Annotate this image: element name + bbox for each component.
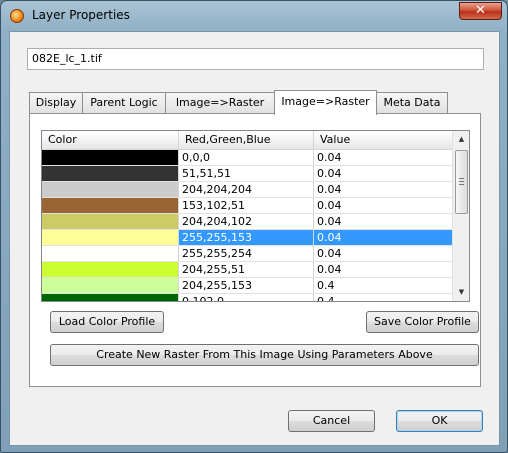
- table-row[interactable]: 0,102,0 0.4: [42, 294, 453, 301]
- value-cell[interactable]: 0.4: [314, 278, 453, 293]
- value-cell[interactable]: 0.04: [314, 230, 453, 245]
- value-cell[interactable]: 0.04: [314, 214, 453, 229]
- value-cell[interactable]: 0.04: [314, 150, 453, 165]
- color-swatch[interactable]: [42, 230, 179, 245]
- grip-icon: [459, 178, 464, 185]
- chevron-down-icon: ▼: [458, 288, 465, 296]
- tab-panel: Color Red,Green,Blue Value 0,0,0 0.04 51,5…: [29, 113, 481, 387]
- cancel-button[interactable]: Cancel: [288, 410, 375, 432]
- table-row[interactable]: 255,255,153 0.04: [42, 230, 453, 246]
- app-icon: [10, 9, 24, 23]
- rgb-cell[interactable]: 204,204,204: [179, 182, 314, 197]
- column-header-color[interactable]: Color: [42, 131, 179, 149]
- value-cell[interactable]: 0.04: [314, 198, 453, 213]
- rgb-cell[interactable]: 204,204,102: [179, 214, 314, 229]
- value-cell[interactable]: 0.04: [314, 262, 453, 277]
- table-row[interactable]: 204,204,204 0.04: [42, 182, 453, 198]
- rgb-cell[interactable]: 51,51,51: [179, 166, 314, 181]
- tab-image-raster-1[interactable]: Image=>Raster: [165, 92, 275, 114]
- table-row[interactable]: 51,51,51 0.04: [42, 166, 453, 182]
- scroll-down-arrow[interactable]: ▼: [453, 284, 469, 301]
- tab-meta-data[interactable]: Meta Data: [376, 92, 448, 114]
- dialog-body: 082E_lc_1.tif Display Parent Logic Image…: [9, 31, 500, 446]
- scroll-up-arrow[interactable]: ▲: [453, 131, 469, 148]
- table-rows: 0,0,0 0.04 51,51,51 0.04 204,204,204 0.04 153,…: [42, 150, 453, 301]
- color-swatch[interactable]: [42, 214, 179, 229]
- color-swatch[interactable]: [42, 182, 179, 197]
- rgb-cell[interactable]: 204,255,153: [179, 278, 314, 293]
- rgb-cell[interactable]: 0,0,0: [179, 150, 314, 165]
- color-swatch[interactable]: [42, 150, 179, 165]
- color-swatch[interactable]: [42, 262, 179, 277]
- chevron-up-icon: ▲: [458, 135, 465, 143]
- close-icon: ✕: [475, 3, 486, 18]
- save-color-profile-button[interactable]: Save Color Profile: [366, 311, 479, 333]
- value-cell[interactable]: 0.04: [314, 246, 453, 261]
- table-row[interactable]: 153,102,51 0.04: [42, 198, 453, 214]
- color-swatch[interactable]: [42, 166, 179, 181]
- column-header-value[interactable]: Value: [314, 131, 453, 149]
- filename-field[interactable]: 082E_lc_1.tif: [27, 48, 484, 70]
- color-swatch[interactable]: [42, 294, 179, 301]
- table-scrollbar[interactable]: ▲ ▼: [452, 131, 469, 301]
- close-button[interactable]: ✕: [459, 2, 502, 20]
- rgb-cell[interactable]: 0,102,0: [179, 294, 314, 301]
- color-swatch[interactable]: [42, 246, 179, 261]
- value-cell[interactable]: 0.04: [314, 166, 453, 181]
- table-header: Color Red,Green,Blue Value: [42, 131, 453, 150]
- ok-button[interactable]: OK: [396, 410, 483, 432]
- table-row[interactable]: 204,255,51 0.04: [42, 262, 453, 278]
- color-table: Color Red,Green,Blue Value 0,0,0 0.04 51,5…: [41, 130, 470, 302]
- scroll-thumb[interactable]: [455, 150, 468, 214]
- rgb-cell[interactable]: 204,255,51: [179, 262, 314, 277]
- rgb-cell[interactable]: 153,102,51: [179, 198, 314, 213]
- value-cell[interactable]: 0.04: [314, 182, 453, 197]
- tab-parent-logic[interactable]: Parent Logic: [82, 92, 166, 114]
- table-row[interactable]: 204,255,153 0.4: [42, 278, 453, 294]
- rgb-cell[interactable]: 255,255,254: [179, 246, 314, 261]
- column-header-rgb[interactable]: Red,Green,Blue: [179, 131, 314, 149]
- layer-properties-window: Layer Properties ✕ 082E_lc_1.tif Display…: [0, 0, 508, 453]
- color-swatch[interactable]: [42, 198, 179, 213]
- tab-image-raster-2[interactable]: Image=>Raster: [274, 90, 377, 115]
- rgb-cell[interactable]: 255,255,153: [179, 230, 314, 245]
- table-row[interactable]: 255,255,254 0.04: [42, 246, 453, 262]
- window-title: Layer Properties: [32, 8, 130, 22]
- tab-display[interactable]: Display: [29, 92, 83, 114]
- title-bar[interactable]: Layer Properties ✕: [1, 1, 507, 31]
- value-cell[interactable]: 0.4: [314, 294, 453, 301]
- table-row[interactable]: 204,204,102 0.04: [42, 214, 453, 230]
- color-swatch[interactable]: [42, 278, 179, 293]
- load-color-profile-button[interactable]: Load Color Profile: [50, 311, 164, 333]
- table-row[interactable]: 0,0,0 0.04: [42, 150, 453, 166]
- create-raster-button[interactable]: Create New Raster From This Image Using …: [50, 344, 479, 366]
